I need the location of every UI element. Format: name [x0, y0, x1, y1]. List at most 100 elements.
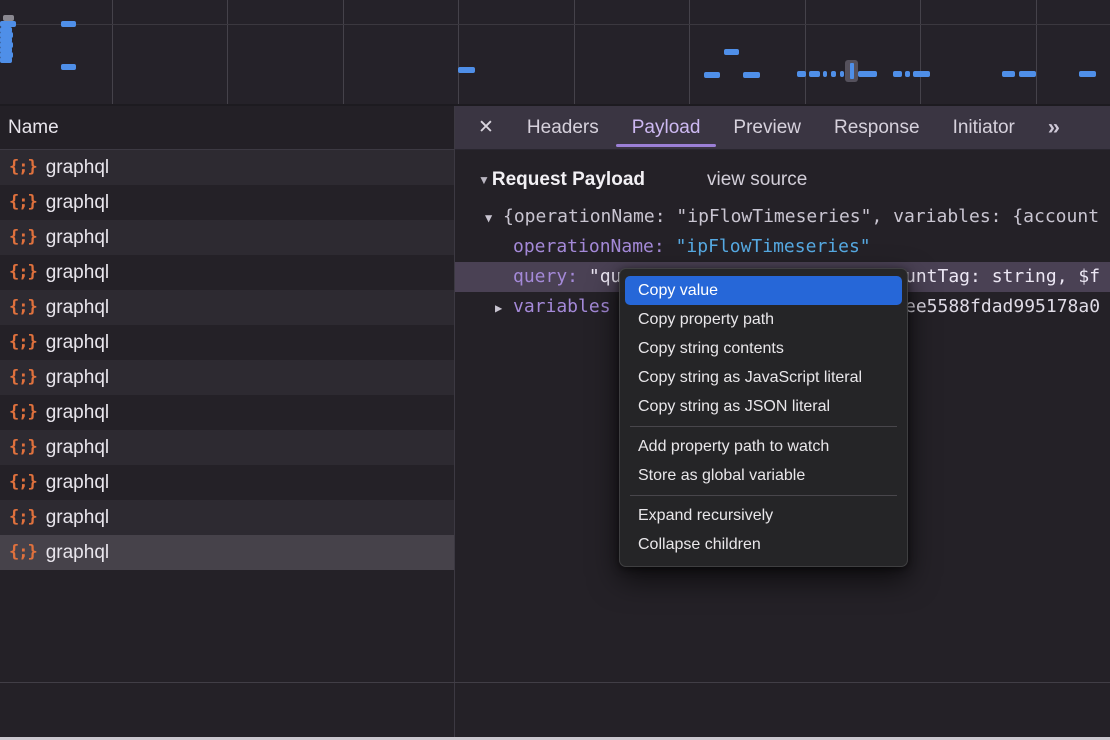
fetch-json-icon: {;}: [9, 474, 37, 491]
payload-operationname-row[interactable]: operationName: "ipFlowTimeseries": [455, 232, 1110, 262]
context-menu: Copy valueCopy property pathCopy string …: [619, 268, 908, 567]
request-list: {;} graphql {;} graphql {;} graphql {;} graphql…: [0, 150, 454, 570]
section-expander-icon[interactable]: ▼: [478, 173, 490, 187]
timeline-request-bar: [1019, 71, 1036, 77]
devtools-network-panel: Name {;}graphql{;}graphql{;}graphql{;}gr…: [0, 0, 1110, 740]
root-object-preview: {operationName: "ipFlowTimeseries", vari…: [503, 206, 1099, 227]
detail-tabbar: ✕ Headers Payload Preview Response Initiator…: [455, 106, 1110, 150]
timeline-hover-marker-bar: [850, 63, 854, 79]
request-name-label: graphql: [46, 192, 109, 214]
menu-item-copy-value[interactable]: Copy value: [625, 276, 902, 305]
menu-item-expand-recursively[interactable]: Expand recursively: [620, 501, 907, 530]
fetch-json-icon: {;}: [9, 439, 37, 456]
section-title: Request Payload: [492, 169, 645, 191]
tab-headers[interactable]: Headers: [527, 106, 599, 150]
timeline-request-bar: [840, 71, 844, 77]
timeline-request-bar: [724, 49, 739, 55]
request-row[interactable]: {;} graphql: [0, 395, 454, 430]
timeline-hover-marker: [845, 60, 858, 82]
request-row[interactable]: {;} graphql: [0, 255, 454, 290]
fetch-json-icon: {;}: [9, 334, 37, 351]
request-row[interactable]: {;} graphql: [0, 220, 454, 255]
menu-separator: [630, 495, 897, 496]
request-row[interactable]: {;} graphql: [0, 150, 454, 185]
property-value-fragment: untTag: string, $f: [905, 262, 1100, 292]
tab-response[interactable]: Response: [834, 106, 920, 150]
tab-preview[interactable]: Preview: [733, 106, 801, 150]
fetch-json-icon: {;}: [9, 229, 37, 246]
timeline-request-bar: [858, 71, 877, 77]
request-row[interactable]: {;}graphql: [0, 430, 454, 465]
network-overview-timeline[interactable]: [0, 0, 1110, 106]
request-name-label: graphql: [46, 227, 109, 249]
menu-item-copy-property-path[interactable]: Copy property path: [620, 305, 907, 334]
payload-root-row[interactable]: ▼{operationName: "ipFlowTimeseries", var…: [455, 202, 1110, 232]
menu-item-copy-string-as-json-literal[interactable]: Copy string as JSON literal: [620, 392, 907, 421]
menu-item-store-as-global-variable[interactable]: Store as global variable: [620, 461, 907, 490]
request-name-label: graphql: [46, 157, 109, 179]
fetch-json-icon: {;}: [9, 404, 37, 421]
menu-item-collapse-children[interactable]: Collapse children: [620, 530, 907, 559]
timeline-request-bar: [905, 71, 910, 77]
request-row[interactable]: {;} graphql: [0, 535, 454, 570]
request-name-label: graphql: [46, 402, 109, 424]
fetch-json-icon: {;}: [9, 194, 37, 211]
request-name-label: graphql: [46, 472, 109, 494]
timeline-gridline: [689, 0, 690, 104]
collapse-arrow-icon[interactable]: ▶: [495, 293, 513, 323]
timeline-gridline: [805, 0, 806, 104]
summary-bar-divider: [0, 682, 1110, 683]
menu-item-copy-string-contents[interactable]: Copy string contents: [620, 334, 907, 363]
request-name-label: graphql: [46, 507, 109, 529]
tab-payload[interactable]: Payload: [632, 106, 701, 150]
expand-arrow-icon[interactable]: ▼: [485, 203, 503, 233]
property-value: "ipFlowTimeseries": [676, 236, 871, 257]
fetch-json-icon: {;}: [9, 264, 37, 281]
menu-item-copy-string-as-javascript-literal[interactable]: Copy string as JavaScript literal: [620, 363, 907, 392]
fetch-json-icon: {;}: [9, 159, 37, 176]
request-row[interactable]: {;} graphql: [0, 465, 454, 500]
timeline-gridline: [458, 0, 459, 104]
timeline-row-divider: [0, 24, 1110, 25]
timeline-request-bar: [809, 71, 820, 77]
timeline-request-bar: [1079, 71, 1096, 77]
timeline-gridline: [343, 0, 344, 104]
request-row[interactable]: {;}graphql: [0, 325, 454, 360]
timeline-request-bar: [61, 21, 76, 27]
tabs-container: Headers Payload Preview Response Initiator: [527, 106, 1015, 150]
property-key: query:: [513, 266, 589, 287]
request-row[interactable]: {;} graphql: [0, 185, 454, 220]
name-column-label: Name: [8, 117, 59, 139]
timeline-request-bar: [0, 57, 12, 63]
property-key: variables: [513, 296, 611, 317]
request-name-label: graphql: [46, 262, 109, 284]
timeline-gridline: [1036, 0, 1037, 104]
tab-initiator[interactable]: Initiator: [953, 106, 1015, 150]
request-row[interactable]: {;}graphql: [0, 290, 454, 325]
request-row[interactable]: {;}graphql: [0, 500, 454, 535]
timeline-request-bar: [743, 72, 760, 78]
timeline-request-bar: [893, 71, 902, 77]
timeline-gridline: [574, 0, 575, 104]
request-payload-section-header: ▼ Request Payload view source: [455, 150, 1110, 202]
request-row[interactable]: {;}graphql: [0, 360, 454, 395]
menu-separator: [630, 426, 897, 427]
timeline-request-bar: [458, 67, 475, 73]
timeline-request-bar: [823, 71, 827, 77]
timeline-gridline: [112, 0, 113, 104]
menu-item-add-property-path-to-watch[interactable]: Add property path to watch: [620, 432, 907, 461]
timeline-request-bar: [61, 64, 76, 70]
timeline-request-bar: [1002, 71, 1015, 77]
fetch-json-icon: {;}: [9, 544, 37, 561]
view-source-link[interactable]: view source: [707, 169, 807, 191]
close-icon[interactable]: ✕: [478, 118, 494, 137]
timeline-request-bar: [831, 71, 836, 77]
timeline-request-bar: [704, 72, 720, 78]
property-value-start: "qu: [589, 266, 622, 287]
timeline-request-bar: [797, 71, 806, 77]
property-key: operationName:: [513, 236, 676, 257]
request-name-label: graphql: [46, 542, 109, 564]
name-column-header[interactable]: Name: [0, 106, 454, 150]
more-tabs-icon[interactable]: ››: [1048, 116, 1058, 140]
fetch-json-icon: {;}: [9, 299, 37, 316]
